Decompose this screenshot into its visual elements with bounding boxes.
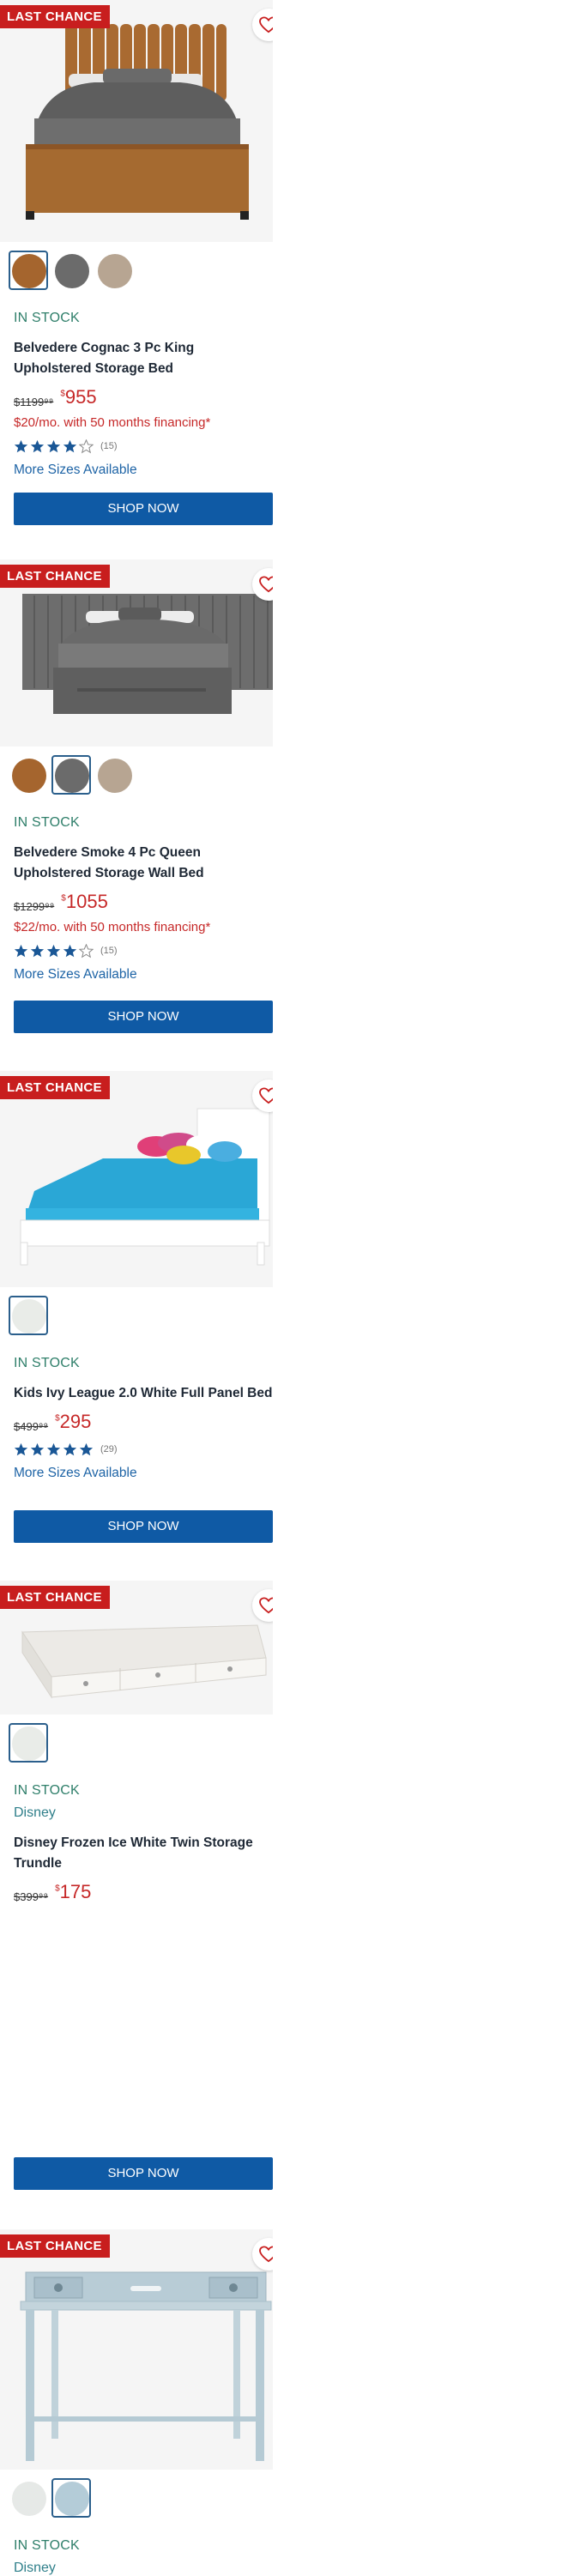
last-chance-badge: LAST CHANCE xyxy=(0,1586,110,1609)
star-icon xyxy=(30,1442,45,1455)
heart-icon xyxy=(259,1597,273,1614)
more-sizes-link[interactable]: More Sizes Available xyxy=(14,967,273,983)
sale-price-value: 1055 xyxy=(65,891,108,912)
last-chance-badge: LAST CHANCE xyxy=(0,565,110,588)
star-icon xyxy=(63,944,77,957)
star-rating[interactable]: (15) xyxy=(14,438,273,454)
star-icon xyxy=(14,1442,28,1455)
product-image[interactable]: LAST CHANCE xyxy=(0,0,273,242)
star-rating[interactable]: (15) xyxy=(14,943,273,958)
review-count: (15) xyxy=(100,946,118,956)
original-price: $499⁹⁹ xyxy=(14,1420,49,1433)
stock-status: IN STOCK xyxy=(14,311,80,325)
swatch-taupe[interactable] xyxy=(98,254,132,288)
star-icon xyxy=(30,944,45,957)
bed-illustration xyxy=(0,0,273,242)
heart-icon xyxy=(259,16,273,33)
color-swatches xyxy=(0,1287,273,1339)
swatch-ice-white[interactable] xyxy=(9,1723,48,1763)
star-icon xyxy=(30,439,45,452)
star-empty-icon xyxy=(79,438,94,453)
product-card[interactable]: LAST CHANCE IN STOCK Disney Disney Froze… xyxy=(0,1581,273,2229)
heart-icon xyxy=(259,576,273,593)
product-title[interactable]: Belvedere Cognac 3 Pc King Upholstered S… xyxy=(14,338,271,379)
sale-price-value: 295 xyxy=(59,1411,92,1432)
product-image[interactable]: LAST CHANCE xyxy=(0,1581,273,1714)
product-card[interactable]: LAST CHANCE IN STOCK Kids Ivy League 2.0… xyxy=(0,1071,273,1581)
color-swatches xyxy=(0,1714,273,1766)
swatch-white[interactable] xyxy=(12,2482,46,2516)
swatch-smoke[interactable] xyxy=(51,755,91,795)
color-swatches xyxy=(0,2470,273,2521)
star-icon xyxy=(46,439,61,452)
stock-status: IN STOCK xyxy=(14,815,80,830)
price-row: $1199⁹⁹ $955 xyxy=(14,384,273,408)
sale-price: $955 xyxy=(60,386,96,408)
shop-now-button[interactable]: SHOP NOW xyxy=(14,493,273,525)
brand-name[interactable]: Disney xyxy=(14,2561,273,2576)
product-image[interactable]: LAST CHANCE xyxy=(0,2229,273,2470)
heart-icon xyxy=(259,1087,273,1104)
swatch-smoke[interactable] xyxy=(55,254,89,288)
sale-price-value: 175 xyxy=(59,1881,92,1902)
more-sizes-link[interactable]: More Sizes Available xyxy=(14,1466,273,1481)
original-price: $1199⁹⁹ xyxy=(14,396,54,408)
sale-price: $295 xyxy=(55,1411,91,1433)
original-price: $1299⁹⁹ xyxy=(14,900,55,913)
star-icon xyxy=(46,944,61,957)
last-chance-badge: LAST CHANCE xyxy=(0,1076,110,1099)
star-icon xyxy=(46,1442,61,1455)
swatch-blue[interactable] xyxy=(51,2478,91,2518)
product-feed: LAST CHANCE IN STOCK Belvedere Cognac 3 … xyxy=(0,0,273,2576)
star-icon xyxy=(63,439,77,452)
product-title[interactable]: Belvedere Smoke 4 Pc Queen Upholstered S… xyxy=(14,843,271,884)
star-icon xyxy=(63,1442,77,1455)
star-half-icon xyxy=(79,1442,94,1455)
color-swatches xyxy=(0,242,273,293)
last-chance-badge: LAST CHANCE xyxy=(0,5,110,28)
product-image[interactable]: LAST CHANCE xyxy=(0,1071,273,1287)
sale-price: $1055 xyxy=(61,891,108,913)
stock-status: IN STOCK xyxy=(14,2538,80,2553)
last-chance-badge: LAST CHANCE xyxy=(0,2234,110,2258)
shop-now-button[interactable]: SHOP NOW xyxy=(14,1510,273,1543)
product-image[interactable]: LAST CHANCE xyxy=(0,559,273,747)
desk-illustration xyxy=(0,2229,273,2470)
swatch-cognac[interactable] xyxy=(12,759,46,793)
product-card[interactable]: LAST CHANCE xyxy=(0,559,273,1071)
more-sizes-link[interactable]: More Sizes Available xyxy=(14,463,273,478)
color-swatches xyxy=(0,747,273,798)
star-rating[interactable]: (29) xyxy=(14,1442,273,1457)
product-title[interactable]: Disney Frozen Ice White Twin Storage Tru… xyxy=(14,1833,271,1874)
heart-icon xyxy=(259,2246,273,2263)
star-empty-icon xyxy=(79,943,94,958)
product-title[interactable]: Kids Ivy League 2.0 White Full Panel Bed xyxy=(14,1383,272,1404)
swatch-taupe[interactable] xyxy=(98,759,132,793)
swatch-cognac[interactable] xyxy=(9,251,48,290)
sale-price: $175 xyxy=(55,1881,91,1903)
stock-status: IN STOCK xyxy=(14,1356,80,1370)
shop-now-button[interactable]: SHOP NOW xyxy=(14,2157,273,2190)
bed-illustration xyxy=(0,1071,273,1287)
star-icon xyxy=(14,439,28,452)
financing-text[interactable]: $20/mo. with 50 months financing* xyxy=(14,415,273,430)
price-row: $399⁹⁹ $175 xyxy=(14,1879,273,1903)
review-count: (15) xyxy=(100,441,118,451)
price-row: $1299⁹⁹ $1055 xyxy=(14,889,273,913)
price-row: $499⁹⁹ $295 xyxy=(14,1409,273,1433)
financing-text[interactable]: $22/mo. with 50 months financing* xyxy=(14,920,273,934)
original-price: $399⁹⁹ xyxy=(14,1890,49,1903)
star-icon xyxy=(14,944,28,957)
product-card[interactable]: LAST CHANCE IN STOCK Disney xyxy=(0,2229,273,2576)
brand-name[interactable]: Disney xyxy=(14,1805,273,1821)
swatch-white[interactable] xyxy=(9,1296,48,1335)
review-count: (29) xyxy=(100,1444,118,1454)
sale-price-value: 955 xyxy=(64,386,97,408)
shop-now-button[interactable]: SHOP NOW xyxy=(14,1001,273,1033)
product-card[interactable]: LAST CHANCE xyxy=(0,0,273,559)
stock-status: IN STOCK xyxy=(14,1783,80,1798)
